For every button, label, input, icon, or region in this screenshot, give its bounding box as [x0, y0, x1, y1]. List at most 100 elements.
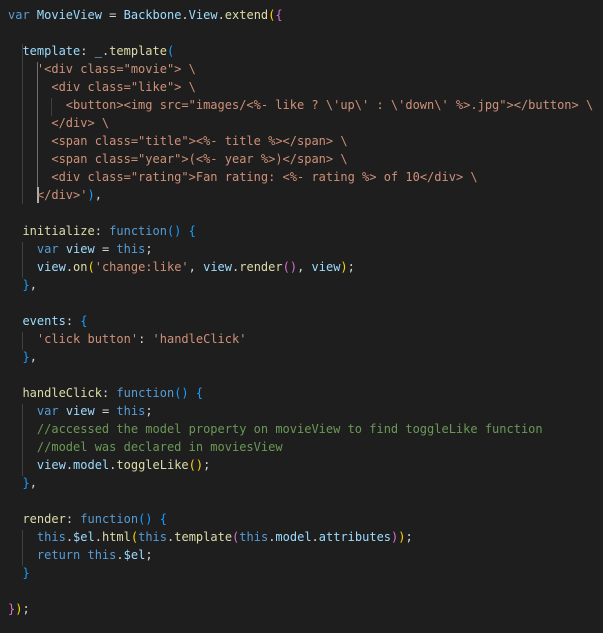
- code-line[interactable]: //accessed the model property on movieVi…: [8, 420, 543, 438]
- code-line[interactable]: template: _.template(: [8, 42, 174, 60]
- code-token: ): [340, 260, 348, 274]
- code-line[interactable]: },: [8, 276, 37, 294]
- code-token: .: [65, 260, 74, 274]
- code-token: return: [36, 548, 88, 562]
- code-line[interactable]: },: [8, 348, 36, 366]
- code-token: view: [311, 260, 341, 274]
- code-token: .: [116, 548, 124, 562]
- code-token: ,: [188, 260, 204, 274]
- code-token: (): [282, 260, 298, 274]
- code-line[interactable]: var view = this;: [8, 402, 153, 420]
- code-line[interactable]: this.$el.html(this.template(this.model.a…: [8, 528, 413, 546]
- code-token: this: [116, 404, 146, 418]
- code-token: var: [8, 8, 37, 22]
- code-token: toggleLike: [116, 458, 189, 472]
- code-token: ): [398, 530, 406, 544]
- code-token: template: [174, 530, 233, 544]
- code-token: }: [22, 350, 30, 364]
- code-token: ): [87, 188, 95, 202]
- code-token: :: [101, 386, 117, 400]
- code-line[interactable]: <span class="year">(<%- year %>)</span> …: [8, 150, 348, 168]
- code-token: function: [80, 512, 139, 526]
- code-token: html: [101, 530, 131, 544]
- code-line[interactable]: <span class="title"><%- title %></span> …: [8, 132, 348, 150]
- code-line[interactable]: var MovieView = Backbone.View.extend({: [8, 6, 283, 24]
- code-line[interactable]: var view = this;: [8, 240, 153, 258]
- code-line[interactable]: view.on('change:like', view.render(), vi…: [8, 258, 355, 276]
- code-line[interactable]: <button><img src="images/<%- like ? \'up…: [8, 96, 593, 114]
- code-line[interactable]: },: [8, 474, 36, 492]
- code-token: model: [275, 530, 312, 544]
- code-token: ;: [145, 404, 153, 418]
- code-token: ,: [297, 260, 312, 274]
- code-token: View: [188, 8, 218, 22]
- code-token: <div class="rating">Fan rating: <%- rati…: [51, 170, 478, 184]
- code-token: this: [87, 548, 117, 562]
- code-line[interactable]: 'click button': 'handleClick': [8, 330, 247, 348]
- code-token: {: [159, 512, 167, 526]
- code-token: this: [36, 530, 66, 544]
- code-token: ;: [145, 242, 153, 256]
- code-token: :: [138, 332, 153, 346]
- code-editor[interactable]: var MovieView = Backbone.View.extend({ t…: [0, 0, 603, 633]
- code-token: <span class="year">(<%- year %>)</span> …: [51, 152, 348, 166]
- code-token: $el: [73, 530, 95, 544]
- code-line[interactable]: <div class="like"> \: [8, 78, 196, 96]
- code-line[interactable]: events: {: [8, 312, 87, 330]
- code-token: :: [65, 314, 81, 328]
- code-token: var: [36, 242, 66, 256]
- code-token: events: [22, 314, 66, 328]
- code-token: .: [94, 530, 102, 544]
- code-token: <div class="like"> \: [51, 80, 196, 94]
- code-token: (): [174, 386, 189, 400]
- code-token: 'handleClick': [152, 332, 247, 346]
- code-token: ;: [145, 548, 153, 562]
- code-token: template: [109, 44, 167, 58]
- code-line[interactable]: <div class="rating">Fan rating: <%- rati…: [8, 168, 478, 186]
- code-token: <span class="title"><%- title %></span> …: [51, 134, 348, 148]
- code-line[interactable]: </div>'),: [8, 186, 102, 204]
- code-token: }: [22, 566, 30, 580]
- code-token: _: [94, 44, 102, 58]
- code-line[interactable]: '<div class="movie"> \: [8, 60, 196, 78]
- code-line[interactable]: //model was declared in moviesView: [8, 438, 283, 456]
- code-line[interactable]: initialize: function() {: [8, 222, 195, 240]
- code-token: ;: [405, 530, 413, 544]
- code-line[interactable]: return this.$el;: [8, 546, 153, 564]
- code-token: view: [203, 260, 233, 274]
- code-token: ,: [29, 278, 37, 292]
- code-token: .: [311, 530, 319, 544]
- code-token: render: [239, 260, 283, 274]
- code-line[interactable]: </div> \: [8, 114, 109, 132]
- code-token: :: [80, 44, 95, 58]
- code-token: view: [65, 242, 95, 256]
- code-line[interactable]: }: [8, 564, 30, 582]
- code-line[interactable]: render: function() {: [8, 510, 167, 528]
- code-token: Backbone: [123, 8, 182, 22]
- code-token: MovieView: [36, 8, 102, 22]
- code-token: .: [217, 8, 225, 22]
- code-token: var: [36, 404, 66, 418]
- code-line[interactable]: });: [8, 600, 30, 618]
- code-token: (: [166, 44, 175, 58]
- code-token: 'click button': [36, 332, 139, 346]
- code-line[interactable]: view.model.toggleLike();: [8, 456, 210, 474]
- code-token: view: [36, 260, 66, 274]
- code-line[interactable]: handleClick: function() {: [8, 384, 203, 402]
- code-token: .: [181, 8, 189, 22]
- code-token: ,: [94, 188, 102, 202]
- code-token: this: [138, 530, 168, 544]
